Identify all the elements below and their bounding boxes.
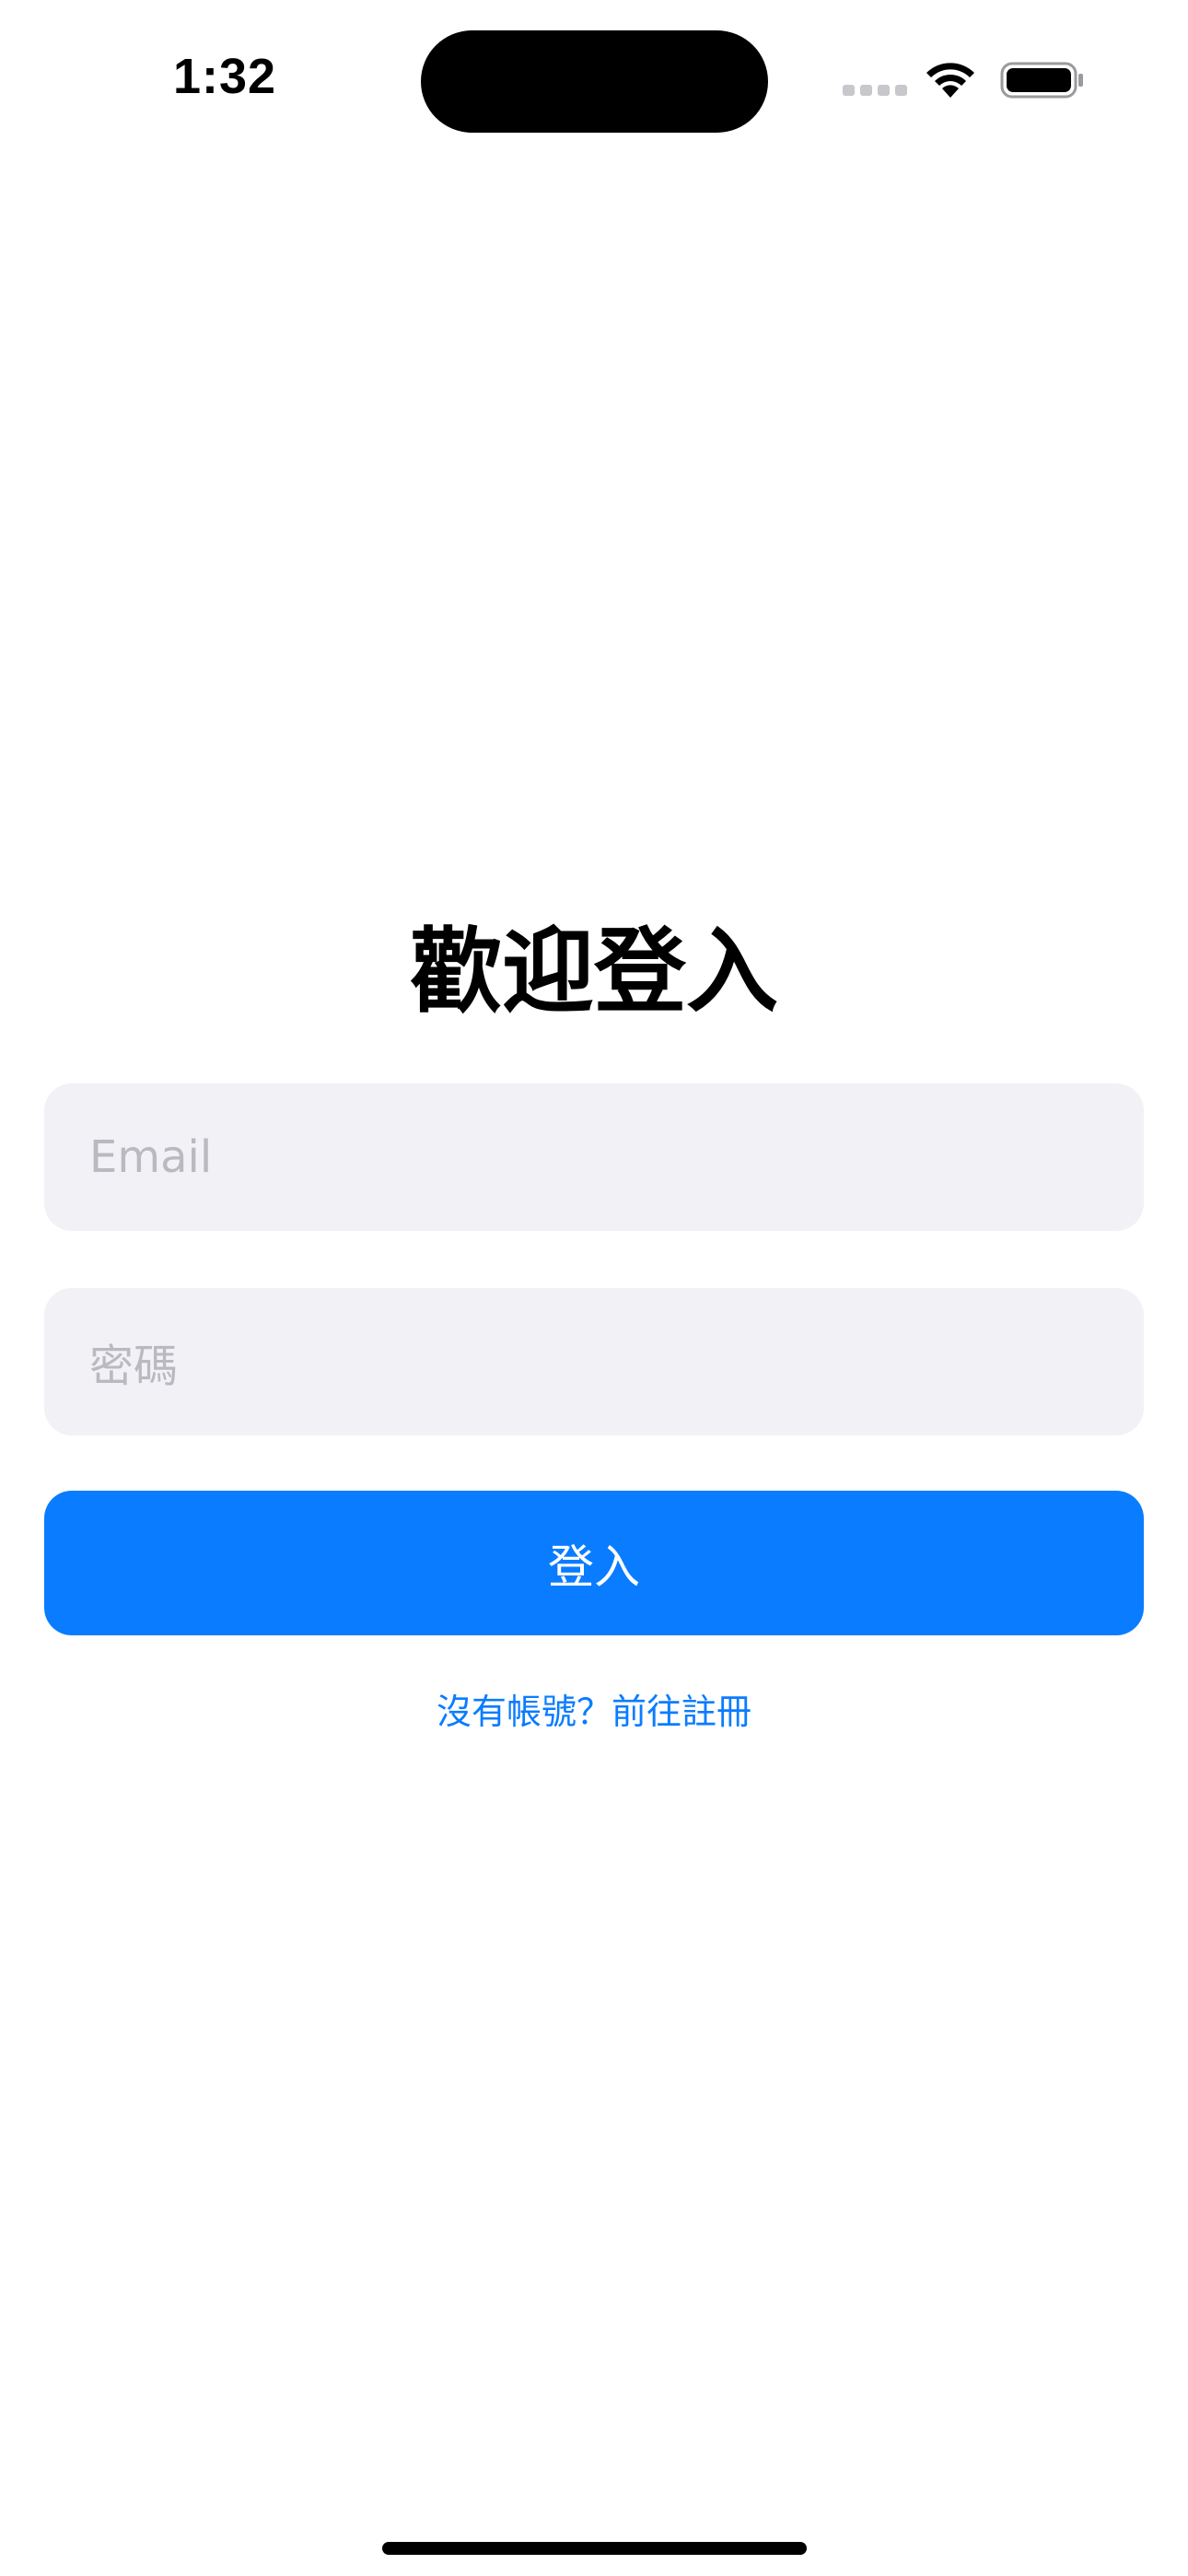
cellular-signal-icon bbox=[843, 85, 907, 100]
login-button-label: 登入 bbox=[548, 1540, 640, 1594]
wifi-icon bbox=[926, 63, 974, 98]
email-placeholder: Email bbox=[89, 1131, 213, 1183]
email-field[interactable]: Email bbox=[44, 1083, 1144, 1231]
status-bar-time: 1:32 bbox=[173, 49, 277, 104]
register-link[interactable]: 沒有帳號？前往註冊 bbox=[0, 1684, 1188, 1739]
page-title: 歡迎登入 bbox=[410, 918, 778, 1025]
battery-icon bbox=[1000, 62, 1083, 99]
home-indicator[interactable] bbox=[382, 2542, 807, 2555]
login-button[interactable]: 登入 bbox=[44, 1491, 1144, 1635]
password-field[interactable]: 密碼 bbox=[44, 1288, 1144, 1435]
password-placeholder: 密碼 bbox=[89, 1341, 179, 1392]
dynamic-island bbox=[421, 30, 768, 133]
login-screen: 1:32 歡迎登入 Email 密碼 登入 沒有帳號？前往註冊 bbox=[0, 0, 1188, 2576]
